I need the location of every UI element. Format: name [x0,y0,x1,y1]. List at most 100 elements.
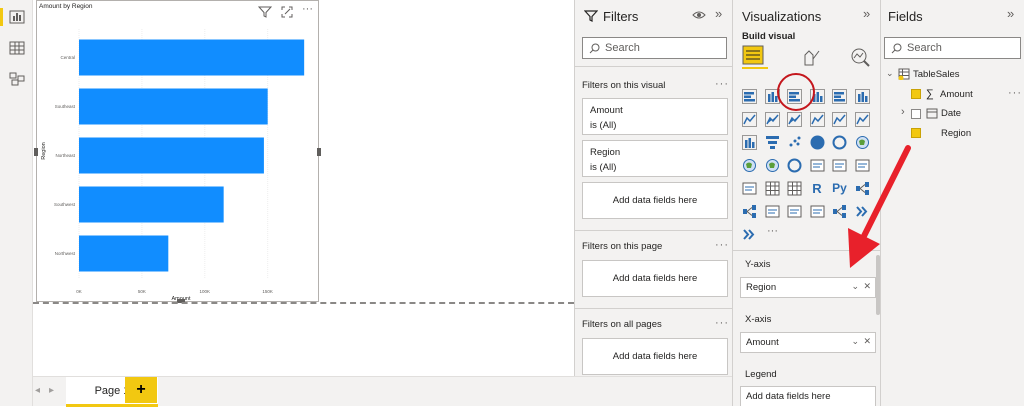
chevron-right-icon[interactable]: › [901,106,905,118]
matrix-icon[interactable] [787,181,802,196]
filled-map-icon[interactable] [765,158,780,173]
smart-narrative-icon[interactable] [787,204,802,219]
checkbox-region[interactable] [911,128,921,138]
model-view-icon[interactable] [9,72,25,86]
x-tick-label: 150K [262,289,273,294]
filter-icon [584,10,598,22]
field-date[interactable]: Date [941,108,961,119]
collapse-filters-icon[interactable]: » [715,6,722,21]
remove-field-icon[interactable]: ✕ [863,281,871,292]
report-view-icon[interactable] [9,10,25,24]
more-visuals-icon[interactable]: ··· [767,225,778,237]
collapse-visualizations-icon[interactable]: » [863,6,870,21]
more-options-icon[interactable]: ··· [1008,87,1022,99]
search-placeholder: Search [907,42,942,54]
checkbox-amount[interactable] [911,89,921,99]
filter-icon[interactable] [258,5,272,19]
resize-handle-left[interactable] [34,148,38,156]
line-clustered-column-chart-icon[interactable] [832,112,847,127]
table-icon[interactable] [765,181,780,196]
filters-search-input[interactable]: Search [582,37,727,59]
divider [575,308,733,309]
scroll-right-icon[interactable]: ▸ [49,385,54,396]
100-bar-chart-icon[interactable] [832,89,847,104]
stacked-bar-chart-icon[interactable] [742,89,757,104]
format-visual-icon[interactable] [799,47,821,67]
bar[interactable] [79,235,169,272]
sigma-icon: ∑ [926,88,934,100]
legend-well[interactable]: Add data fields here [740,386,876,406]
pie-chart-icon[interactable] [810,135,825,150]
field-region[interactable]: Region [941,128,971,139]
bar[interactable] [79,186,224,223]
line-chart-icon[interactable] [742,112,757,127]
active-view-indicator [0,8,3,26]
scroll-left-icon[interactable]: ◂ [35,385,40,396]
eye-icon[interactable] [692,10,706,20]
add-page-button[interactable]: + [125,377,157,403]
paginated-report-icon[interactable] [810,204,825,219]
slicer-icon[interactable] [742,181,757,196]
focus-mode-icon[interactable] [280,5,294,19]
map-icon[interactable] [742,158,757,173]
filter-card-state: is (All) [590,120,617,131]
y-axis-field: Region [746,282,777,293]
filter-card-amount[interactable]: Amount is (All) [582,98,728,135]
gauge-icon[interactable] [787,158,802,173]
analytics-icon[interactable] [849,47,871,67]
area-chart-icon[interactable] [764,112,780,127]
decomposition-tree-icon[interactable] [742,204,757,219]
add-fields-visual-well[interactable]: Add data fields here [582,182,728,219]
filter-card-field: Region [590,147,621,158]
filters-title: Filters [603,9,639,24]
scatter-chart-icon[interactable] [787,135,802,150]
table-name[interactable]: TableSales [913,69,959,80]
waterfall-chart-icon[interactable] [742,135,757,150]
y-axis-title: Region [41,142,47,159]
table-view-icon[interactable] [9,41,25,55]
category-label: Southeast [55,104,76,109]
line-column-chart-icon[interactable] [809,112,825,127]
more-options-icon[interactable]: ··· [302,3,313,15]
filter-card-region[interactable]: Region is (All) [582,140,728,177]
field-amount[interactable]: Amount [940,89,973,100]
remove-field-icon[interactable]: ✕ [863,336,871,347]
resize-handle-right[interactable] [317,148,321,156]
y-axis-well[interactable]: Region ⌄ ✕ [740,277,876,298]
qa-icon[interactable] [765,204,780,219]
card-icon[interactable] [810,158,825,173]
y-axis-label: Y-axis [745,259,771,270]
fields-search-input[interactable]: Search [884,37,1021,59]
funnel-chart-icon[interactable] [765,135,780,150]
view-switcher [0,0,33,406]
divider [575,66,733,67]
ribbon-chart-icon[interactable] [854,112,870,127]
build-visual-tab[interactable] [742,45,768,69]
collapse-fields-icon[interactable]: » [1007,6,1014,21]
filter-card-field: Amount [590,105,623,116]
x-axis-well[interactable]: Amount ⌄ ✕ [740,332,876,353]
build-visual-icon [742,45,764,65]
add-fields-all-pages-well[interactable]: Add data fields here [582,338,728,375]
more-options-icon[interactable]: ··· [715,317,729,329]
x-tick-label: 0K [76,289,82,294]
chevron-down-icon[interactable]: ⌄ [851,336,859,347]
bar[interactable] [79,137,264,174]
bar-chart-visual[interactable]: Amount by Region Amount Region CentralSo… [34,0,321,303]
100-column-chart-icon[interactable] [854,89,870,104]
checkbox-date[interactable] [911,109,921,119]
power-automate-icon[interactable] [742,227,757,242]
stacked-area-chart-icon[interactable] [787,112,802,127]
add-fields-page-well[interactable]: Add data fields here [582,260,728,297]
annotation-arrow-icon [848,145,911,268]
more-options-icon[interactable]: ··· [715,78,729,90]
chevron-down-icon[interactable]: ⌄ [851,281,859,292]
bar[interactable] [79,39,305,76]
bar[interactable] [79,88,268,125]
r-visual-icon[interactable]: R [810,181,825,196]
page-tab-bar: ◂ ▸ Page 1 + [33,376,732,407]
chevron-down-icon[interactable]: ⌄ [886,68,894,79]
more-options-icon[interactable]: ··· [715,239,729,251]
calendar-icon [926,108,938,119]
category-label: Central [60,55,75,60]
